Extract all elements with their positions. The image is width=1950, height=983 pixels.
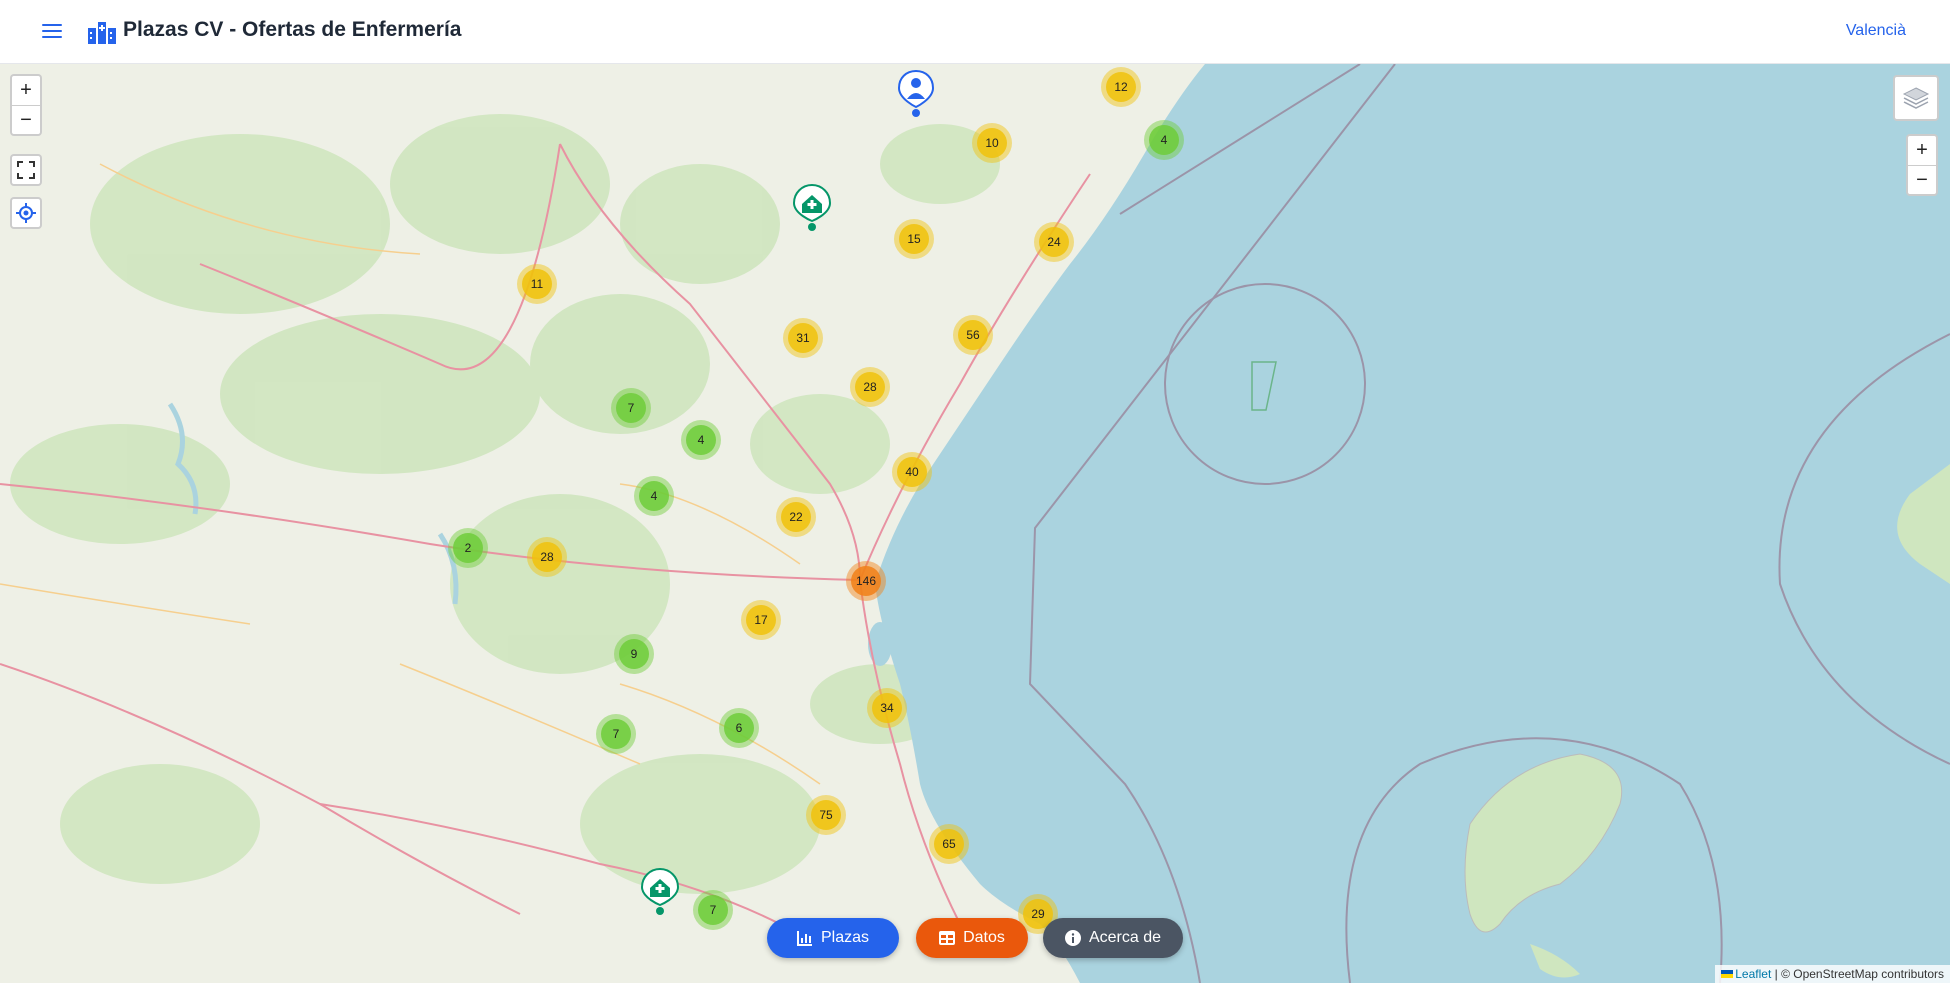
- nurse-pin-icon: [897, 69, 935, 117]
- page-title: Plazas CV - Ofertas de Enfermería: [123, 18, 462, 41]
- cluster-count: 7: [616, 393, 646, 423]
- cluster-count: 75: [811, 800, 841, 830]
- secondary-zoom-control: + −: [1906, 134, 1938, 196]
- datos-button-label: Datos: [963, 929, 1005, 946]
- cluster-count: 4: [1149, 125, 1179, 155]
- cluster-count: 7: [698, 895, 728, 925]
- cluster-count: 9: [619, 639, 649, 669]
- map-tiles: [0, 64, 1950, 983]
- leaflet-link[interactable]: Leaflet: [1735, 967, 1771, 981]
- datos-button[interactable]: Datos: [916, 918, 1028, 958]
- cluster-marker[interactable]: 146: [846, 561, 886, 601]
- fullscreen-button[interactable]: [10, 154, 42, 186]
- hospital-pin[interactable]: [640, 867, 680, 920]
- cluster-marker[interactable]: 11: [517, 264, 557, 304]
- osm-attribution: | © OpenStreetMap contributors: [1774, 967, 1944, 981]
- cluster-marker[interactable]: 40: [892, 452, 932, 492]
- cluster-marker[interactable]: 12: [1101, 67, 1141, 107]
- hospital-pin-icon: [640, 867, 680, 915]
- cluster-count: 146: [851, 566, 881, 596]
- cluster-count: 28: [532, 542, 562, 572]
- cluster-count: 10: [977, 128, 1007, 158]
- cluster-count: 15: [899, 224, 929, 254]
- cluster-marker[interactable]: 28: [527, 537, 567, 577]
- cluster-count: 4: [686, 425, 716, 455]
- cluster-count: 2: [453, 533, 483, 563]
- secondary-zoom-out-button[interactable]: −: [1908, 165, 1936, 195]
- cluster-marker[interactable]: 10: [972, 123, 1012, 163]
- cluster-count: 40: [897, 457, 927, 487]
- cluster-count: 6: [724, 713, 754, 743]
- hospital-pin-icon: [792, 183, 832, 231]
- layers-control[interactable]: [1893, 75, 1939, 121]
- cluster-count: 4: [639, 481, 669, 511]
- cluster-marker[interactable]: 56: [953, 315, 993, 355]
- zoom-in-button[interactable]: +: [12, 76, 40, 105]
- info-icon: [1064, 930, 1081, 946]
- secondary-zoom-in-button[interactable]: +: [1908, 136, 1936, 165]
- cluster-count: 28: [855, 372, 885, 402]
- cluster-count: 11: [522, 269, 552, 299]
- cluster-marker[interactable]: 9: [614, 634, 654, 674]
- hamburger-menu-icon[interactable]: [40, 20, 64, 44]
- plazas-button-label: Plazas: [820, 929, 870, 946]
- cluster-count: 31: [788, 323, 818, 353]
- cluster-count: 7: [601, 719, 631, 749]
- cluster-marker[interactable]: 4: [681, 420, 721, 460]
- cluster-count: 34: [872, 693, 902, 723]
- layers-icon: [1902, 87, 1930, 109]
- top-app-bar: Plazas CV - Ofertas de Enfermería Valenc…: [0, 0, 1950, 64]
- ukraine-flag-icon: [1721, 970, 1734, 978]
- cluster-marker[interactable]: 4: [634, 476, 674, 516]
- cluster-marker[interactable]: 31: [783, 318, 823, 358]
- cluster-marker[interactable]: 2: [448, 528, 488, 568]
- cluster-marker[interactable]: 34: [867, 688, 907, 728]
- chart-bar-icon: [796, 931, 812, 946]
- table-icon: [939, 931, 956, 945]
- cluster-marker[interactable]: 7: [693, 890, 733, 930]
- zoom-out-button[interactable]: −: [12, 105, 40, 135]
- about-button[interactable]: Acerca de: [1043, 918, 1183, 958]
- cluster-count: 17: [746, 605, 776, 635]
- cluster-marker[interactable]: 7: [611, 388, 651, 428]
- cluster-marker[interactable]: 4: [1144, 120, 1184, 160]
- zoom-control: + −: [10, 74, 42, 136]
- cluster-marker[interactable]: 17: [741, 600, 781, 640]
- cluster-marker[interactable]: 22: [776, 497, 816, 537]
- about-button-label: Acerca de: [1088, 929, 1162, 946]
- cluster-count: 22: [781, 502, 811, 532]
- hospital-pin[interactable]: [792, 183, 832, 236]
- cluster-marker[interactable]: 65: [929, 824, 969, 864]
- locate-me-button[interactable]: [10, 197, 42, 229]
- cluster-count: 65: [934, 829, 964, 859]
- map-view[interactable]: + − + − 12 4 10 15 24 11 31 56 28 7 4 40 4 22 2 28 146 17…: [0, 64, 1950, 983]
- map-attribution: Leaflet | © OpenStreetMap contributors: [1715, 965, 1950, 983]
- fullscreen-icon: [17, 161, 35, 179]
- cluster-count: 56: [958, 320, 988, 350]
- cluster-count: 24: [1039, 227, 1069, 257]
- cluster-marker[interactable]: 28: [850, 367, 890, 407]
- language-toggle-link[interactable]: Valencià: [1846, 22, 1906, 40]
- user-location-pin[interactable]: [897, 69, 935, 122]
- crosshair-icon: [16, 203, 36, 223]
- cluster-marker[interactable]: 6: [719, 708, 759, 748]
- hospital-logo-icon: [88, 22, 116, 44]
- cluster-marker[interactable]: 75: [806, 795, 846, 835]
- cluster-marker[interactable]: 24: [1034, 222, 1074, 262]
- cluster-count: 12: [1106, 72, 1136, 102]
- plazas-button[interactable]: Plazas: [767, 918, 899, 958]
- cluster-marker[interactable]: 15: [894, 219, 934, 259]
- cluster-marker[interactable]: 7: [596, 714, 636, 754]
